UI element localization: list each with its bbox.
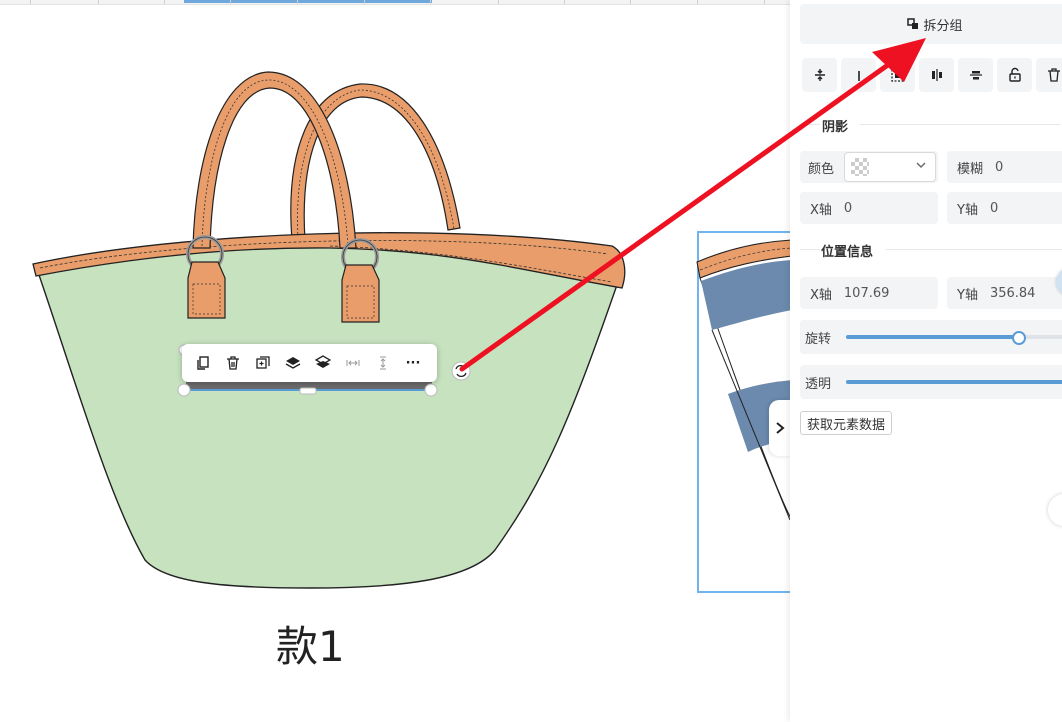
shadow-color-picker[interactable] <box>844 152 936 182</box>
shadow-x-label: X轴 <box>810 202 832 218</box>
shadow-x-field[interactable]: X轴 0 <box>800 192 938 224</box>
unlock-icon <box>1008 67 1021 82</box>
duplicate-icon <box>256 356 270 369</box>
properties-panel: 拆分组 阴影 颜色 模糊 0 X轴 0 Y轴 0 位置信息 X轴 107.69 … <box>790 0 1062 722</box>
align-vertical-center-icon <box>814 69 825 81</box>
align-vertical-center-button[interactable] <box>802 58 837 92</box>
selection-handle <box>177 383 191 397</box>
position-x-label: X轴 <box>810 287 832 303</box>
ungroup-button[interactable]: 拆分组 <box>800 4 1062 44</box>
shadow-x-value: 0 <box>843 200 853 216</box>
opacity-label: 透明 <box>805 377 832 392</box>
floating-scroll-button[interactable] <box>1048 494 1062 526</box>
shadow-y-field[interactable]: Y轴 0 <box>947 192 1062 224</box>
shadow-blur-field[interactable]: 模糊 0 <box>947 151 1062 183</box>
position-y-value: 356.84 <box>989 285 1036 301</box>
color-swatch <box>851 158 869 176</box>
shadow-color-label: 颜色 <box>808 161 835 177</box>
copy-button[interactable] <box>188 348 218 378</box>
vertical-spacing-button[interactable] <box>368 348 398 378</box>
selection-handle <box>424 383 438 397</box>
duplicate-button[interactable] <box>248 348 278 378</box>
fetch-element-data-button[interactable]: 获取元素数据 <box>800 411 893 435</box>
shadow-blur-label: 模糊 <box>957 161 984 177</box>
align-middle-button[interactable] <box>958 58 993 92</box>
horizontal-spacing-button[interactable] <box>338 348 368 378</box>
panel-delete-button[interactable] <box>1036 58 1062 92</box>
rotate-handle-icon <box>451 361 471 381</box>
position-y-label: Y轴 <box>957 287 978 303</box>
shadow-y-value: 0 <box>989 200 999 216</box>
ungroup-label: 拆分组 <box>923 18 963 34</box>
opacity-slider-row: 透明 <box>800 365 1062 399</box>
shadow-section-title: 阴影 <box>822 120 849 135</box>
align-horizontal-center-icon <box>931 69 942 81</box>
align-top-button[interactable] <box>841 58 876 92</box>
layer-down-icon <box>315 355 331 368</box>
align-middle-icon <box>969 71 982 80</box>
opacity-slider-fill <box>846 380 1062 384</box>
layer-up-button[interactable] <box>278 348 308 378</box>
bag-tab-right <box>341 264 380 323</box>
flip-icon <box>890 68 905 82</box>
chevron-right-icon <box>776 422 785 434</box>
horizontal-spacing-icon <box>346 360 360 366</box>
more-button[interactable]: ··· <box>398 348 428 378</box>
opacity-slider[interactable] <box>846 380 1062 384</box>
trash-icon <box>1047 68 1060 82</box>
arrange-toolbar <box>802 58 1062 96</box>
shadow-blur-value: 0 <box>995 159 1004 175</box>
more-icon: ··· <box>405 355 421 371</box>
design-label: 款1 <box>276 622 345 671</box>
section-divider <box>800 249 820 250</box>
section-divider <box>886 249 1062 250</box>
rotation-slider-fill <box>846 335 1019 339</box>
rotation-slider-thumb[interactable] <box>1011 331 1026 345</box>
align-top-icon <box>857 71 860 81</box>
bag-tab-left <box>187 261 226 319</box>
delete-button[interactable] <box>218 348 248 378</box>
rotation-label: 旋转 <box>805 332 832 347</box>
copy-icon <box>197 356 209 370</box>
position-section-title: 位置信息 <box>821 245 874 260</box>
design-canvas[interactable]: 款1 ··· <box>0 0 790 722</box>
collapse-panel-button[interactable] <box>769 400 790 456</box>
layer-up-icon <box>285 357 301 369</box>
vertical-spacing-icon <box>380 356 386 370</box>
rotation-slider-row: 旋转 <box>800 320 1062 354</box>
flip-button[interactable] <box>880 58 915 92</box>
shadow-y-label: Y轴 <box>957 202 978 218</box>
trash-icon <box>227 356 239 370</box>
unlock-button[interactable] <box>997 58 1032 92</box>
bag-body <box>37 241 619 589</box>
position-x-value: 107.69 <box>843 285 890 301</box>
layer-down-button[interactable] <box>308 348 338 378</box>
section-divider <box>860 124 1060 125</box>
section-divider <box>800 124 820 125</box>
position-y-field[interactable]: Y轴 356.84 <box>947 277 1062 309</box>
rotation-slider[interactable] <box>846 331 1062 345</box>
object-toolbar: ··· <box>182 344 437 382</box>
align-horizontal-center-button[interactable] <box>919 58 954 92</box>
chevron-down-icon <box>916 162 926 168</box>
selection-handle <box>299 387 317 395</box>
ungroup-icon <box>907 18 919 29</box>
position-x-field[interactable]: X轴 107.69 <box>800 277 938 309</box>
